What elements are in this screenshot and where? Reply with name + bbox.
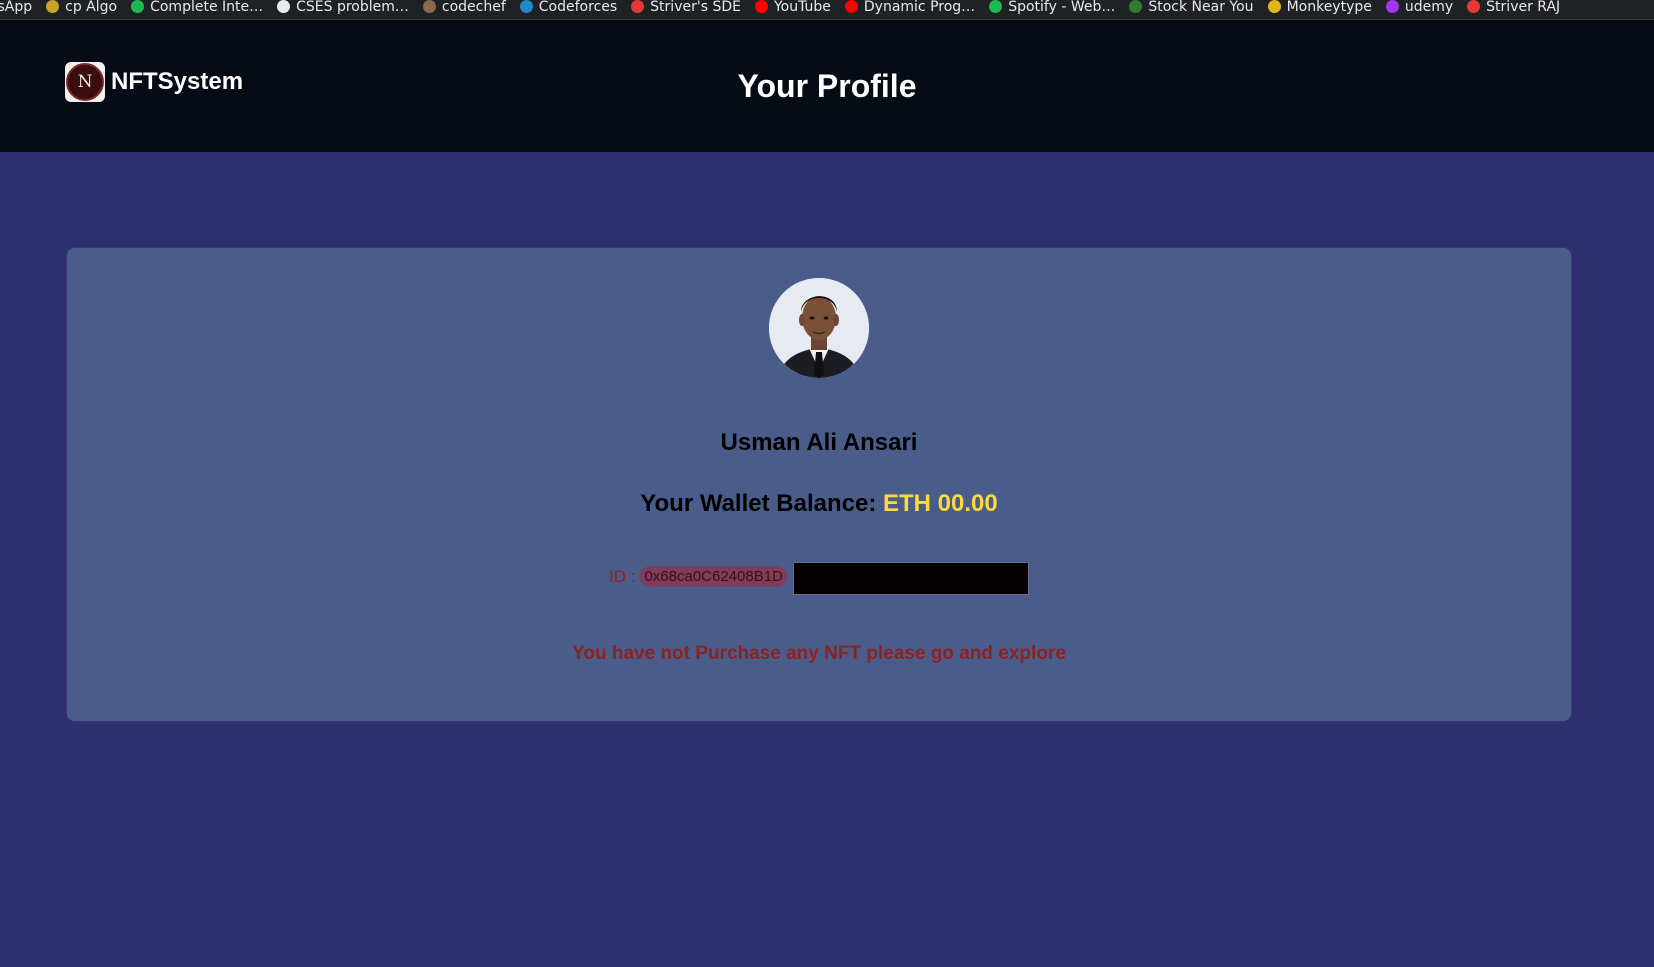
bookmark-item[interactable]: cp Algo xyxy=(32,0,117,16)
profile-card: Usman Ali Ansari Your Wallet Balance: ET… xyxy=(67,248,1571,721)
takeuforward-icon xyxy=(1467,0,1481,13)
bookmark-label: CSES problem… xyxy=(296,0,409,15)
wallet-id-label: ID : xyxy=(609,566,636,586)
bookmark-item[interactable]: CSES problem… xyxy=(263,0,409,16)
bookmark-label: Dynamic Prog… xyxy=(863,0,976,15)
bookmark-item[interactable]: Striver RAJ xyxy=(1453,0,1560,16)
stock-icon xyxy=(1129,0,1143,13)
bookmark-item[interactable]: tsApp xyxy=(0,0,32,16)
bookmark-item[interactable]: Stock Near You xyxy=(1115,0,1254,16)
top-navbar: N NFTSystem Your Profile xyxy=(0,20,1654,152)
bookmark-label: udemy xyxy=(1404,0,1454,15)
spotify-icon xyxy=(989,0,1003,13)
youtube-icon xyxy=(754,0,768,13)
no-nft-message: You have not Purchase any NFT please go … xyxy=(572,643,1066,664)
wallet-balance: Your Wallet Balance: ETH 00.00 xyxy=(67,490,1571,518)
bookmark-item[interactable]: Spotify - Web… xyxy=(975,0,1115,16)
bookmark-label: Monkeytype xyxy=(1286,0,1372,15)
udemy-icon xyxy=(1385,0,1399,13)
bookmark-label: Spotify - Web… xyxy=(1008,0,1116,15)
codeforces-icon xyxy=(519,0,533,13)
user-name: Usman Ali Ansari xyxy=(720,429,918,456)
bookmark-label: Codeforces xyxy=(538,0,618,15)
bookmark-label: Complete Inte… xyxy=(150,0,264,15)
cp-algo-icon xyxy=(46,0,60,13)
bookmark-label: codechef xyxy=(441,0,506,15)
takeuforward-icon xyxy=(631,0,645,13)
wallet-address: 0x68ca0C62408B1D xyxy=(640,566,787,587)
globe-icon xyxy=(277,0,291,13)
wallet-id: ID : 0x68ca0C62408B1D xyxy=(609,566,787,587)
redaction-box xyxy=(793,562,1029,595)
bookmark-item[interactable]: YouTube xyxy=(741,0,831,16)
bookmark-item[interactable]: Dynamic Prog… xyxy=(831,0,975,16)
link-icon xyxy=(131,0,145,13)
bookmarks-bar: tsApp cp Algo Complete Inte… CSES problem… c… xyxy=(0,0,1654,20)
bookmark-label: YouTube xyxy=(773,0,831,15)
bookmark-item[interactable]: Monkeytype xyxy=(1254,0,1372,16)
wallet-balance-label: Your Wallet Balance: xyxy=(640,490,877,517)
bookmark-item[interactable]: Complete Inte… xyxy=(117,0,263,16)
page-title: Your Profile xyxy=(0,68,1654,105)
bookmark-item[interactable]: Codeforces xyxy=(506,0,617,16)
avatar xyxy=(769,278,869,378)
codechef-icon xyxy=(422,0,436,13)
bookmark-item[interactable]: Striver's SDE xyxy=(617,0,741,16)
bookmark-label: Stock Near You xyxy=(1148,0,1254,15)
bookmark-label: Striver's SDE xyxy=(650,0,741,15)
bookmark-label: tsApp xyxy=(0,0,33,15)
bookmark-label: cp Algo xyxy=(65,0,118,15)
bookmark-label: Striver RAJ xyxy=(1486,0,1561,15)
wallet-balance-amount: ETH 00.00 xyxy=(883,490,998,517)
bookmark-item[interactable]: codechef xyxy=(409,0,506,16)
monkeytype-icon xyxy=(1267,0,1281,13)
avatar-photo xyxy=(769,278,869,378)
bookmark-item[interactable]: udemy xyxy=(1372,0,1453,16)
page-title-text: Your Profile xyxy=(737,68,917,104)
youtube-icon xyxy=(844,0,858,13)
